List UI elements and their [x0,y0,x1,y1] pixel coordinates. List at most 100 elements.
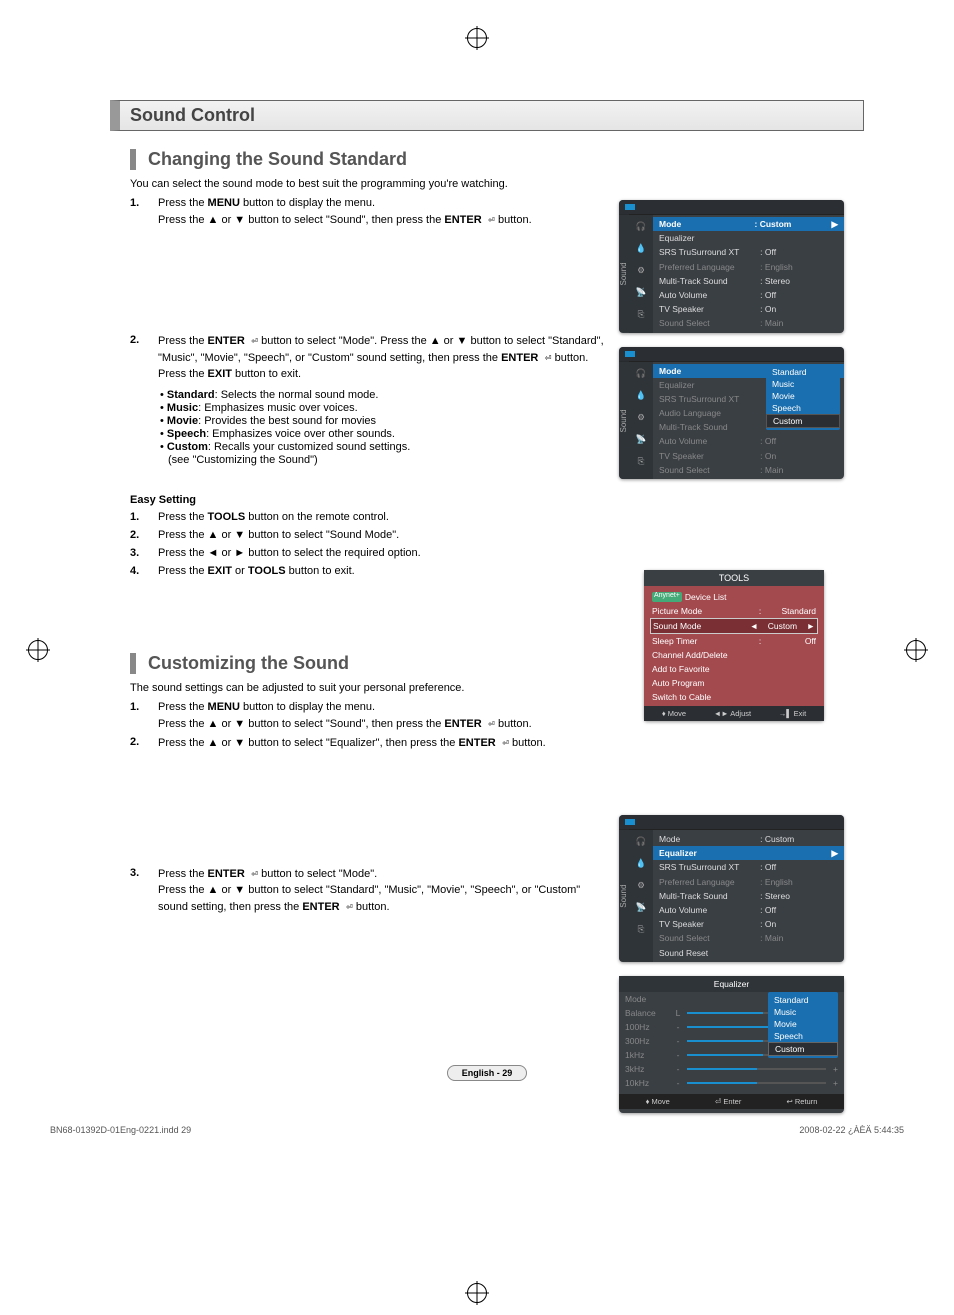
droplet-icon: 💧 [634,856,648,870]
registration-mark-icon [467,28,487,48]
easy-setting-heading: Easy Setting [130,494,864,506]
antenna-icon: 📡 [634,432,648,446]
doc-footer-left: BN68-01392D-01Eng-0221.indd 29 [50,1125,191,1135]
eq-row-10khz[interactable]: 10kHz-+ [619,1076,844,1090]
osd-row-autovol: Auto Volume: Off [653,434,844,448]
gear-icon: ⚙ [634,878,648,892]
popup-option-standard[interactable]: Standard [768,994,838,1006]
input-icon: ⎘ [634,307,648,321]
popup-option-movie[interactable]: Movie [768,1018,838,1030]
registration-mark-icon [467,1283,487,1303]
enter-icon: ⏎ [340,900,353,913]
popup-option-movie[interactable]: Movie [766,390,840,402]
enter-icon: ⏎ [496,736,509,749]
osd-row-mode[interactable]: Mode: Custom [653,832,844,846]
tools-row-picturemode[interactable]: Picture Mode:Standard [650,604,818,618]
tools-title: TOOLS [644,570,824,586]
adjust-hint: ◄► Adjust [714,709,751,718]
enter-icon: ⏎ [482,213,495,226]
osd-row-preflang: Preferred Language: English [653,875,844,889]
eq-footer: ♦ Move ⏎ Enter ↩ Return [619,1094,844,1109]
tools-row-addfavorite[interactable]: Add to Favorite [650,662,818,676]
gear-icon: ⚙ [634,410,648,424]
osd-sound-menu-3: Sound 🎧 💧 ⚙ 📡 ⎘ Mode: Custom Equalizer▶ … [619,815,844,962]
osd-side-label: Sound [619,830,629,962]
osd-row-mts[interactable]: Multi-Track Sound: Stereo [653,274,844,288]
osd-row-srs[interactable]: SRS TruSurround XT: Off [653,860,844,874]
osd-row-autovol[interactable]: Auto Volume: Off [653,903,844,917]
osd-row-mode[interactable]: Mode: Custom▶ [653,217,844,231]
antenna-icon: 📡 [634,900,648,914]
easy-step-2: 2.Press the ▲ or ▼ button to select "Sou… [130,528,610,544]
step-1: 1. Press the MENU button to display the … [130,196,610,229]
headphones-icon: 🎧 [634,366,648,380]
chevron-right-icon: ▶ [828,219,838,229]
equalizer-title: Equalizer [619,976,844,992]
popup-option-music[interactable]: Music [768,1006,838,1018]
input-icon: ⎘ [634,922,648,936]
equalizer-panel: Equalizer Mode BalanceL 100Hz- 300Hz- 1k… [619,976,844,1113]
custom-step-1: 1. Press the MENU button to display the … [130,700,610,733]
mode-descriptions: • Standard: Selects the normal sound mod… [160,389,590,466]
droplet-icon: 💧 [634,388,648,402]
heading-changing-sound: Changing the Sound Standard [130,149,864,170]
doc-footer-right: 2008-02-22 ¿ÀÈÄ 5:44:35 [799,1125,904,1135]
return-hint: ↩ Return [787,1097,818,1106]
enter-icon: ⏎ [482,717,495,730]
input-icon: ⎘ [634,454,648,468]
osd-row-preflang: Preferred Language: English [653,260,844,274]
easy-step-3: 3.Press the ◄ or ► button to select the … [130,546,610,562]
enter-icon: ⏎ [245,867,258,880]
tools-row-autoprogram[interactable]: Auto Program [650,676,818,690]
exit-hint: →▌ Exit [779,709,806,718]
tools-menu: TOOLS Anynet+Device List Picture Mode:St… [644,570,824,721]
enter-icon: ⏎ [538,351,551,364]
tools-footer: ♦ Move ◄► Adjust →▌ Exit [644,706,824,721]
popup-option-custom[interactable]: Custom [766,414,840,428]
section-title: Sound Control [110,100,864,131]
osd-row-equalizer[interactable]: Equalizer [653,231,844,245]
easy-step-4: 4.Press the EXIT or TOOLS button to exit… [130,564,610,580]
eq-row-3khz[interactable]: 3kHz-+ [619,1062,844,1076]
osd-icon-rail: 🎧 💧 ⚙ 📡 ⎘ [629,830,653,962]
osd-row-soundreset[interactable]: Sound Reset [653,946,844,960]
intro-text: You can select the sound mode to best su… [130,178,864,190]
step-2: 2. Press the ENTER ⏎ button to select "M… [130,333,610,383]
osd-row-soundselect: Sound Select: Main [653,463,844,477]
osd-row-tvspeaker[interactable]: TV Speaker: On [653,302,844,316]
popup-option-music[interactable]: Music [766,378,840,390]
headphones-icon: 🎧 [634,834,648,848]
registration-mark-icon [28,640,48,660]
osd-row-srs[interactable]: SRS TruSurround XT: Off [653,245,844,259]
osd-row-mts[interactable]: Multi-Track Sound: Stereo [653,889,844,903]
osd-side-label: Sound [619,215,629,333]
headphones-icon: 🎧 [634,219,648,233]
tools-row-channeladd[interactable]: Channel Add/Delete [650,648,818,662]
enter-hint: ⏎ Enter [715,1097,741,1106]
tools-row-switchcable[interactable]: Switch to Cable [650,690,818,704]
enter-icon: ⏎ [245,334,258,347]
popup-option-custom[interactable]: Custom [768,1042,838,1056]
move-hint: ♦ Move [662,709,686,718]
osd-icon-rail: 🎧 💧 ⚙ 📡 ⎘ [629,215,653,333]
popup-option-standard[interactable]: Standard [766,366,840,378]
custom-step-2: 2. Press the ▲ or ▼ button to select "Eq… [130,735,610,752]
antenna-icon: 📡 [634,285,648,299]
popup-option-speech[interactable]: Speech [766,402,840,414]
chevron-right-icon: ▶ [828,848,838,858]
move-hint: ♦ Move [646,1097,670,1106]
osd-row-equalizer[interactable]: Equalizer▶ [653,846,844,860]
osd-row-soundselect: Sound Select: Main [653,316,844,330]
tools-row-devicelist[interactable]: Anynet+Device List [650,590,818,604]
document-footer: BN68-01392D-01Eng-0221.indd 29 2008-02-2… [0,1119,954,1145]
registration-mark-icon [906,640,926,660]
osd-row-tvspeaker[interactable]: TV Speaker: On [653,917,844,931]
osd-side-label: Sound [619,362,629,480]
tools-row-sleeptimer[interactable]: Sleep Timer:Off [650,634,818,648]
custom-step-3: 3. Press the ENTER ⏎ button to select "M… [130,866,610,916]
osd-row-soundselect: Sound Select: Main [653,931,844,945]
popup-option-speech[interactable]: Speech [768,1030,838,1042]
osd-row-autovol[interactable]: Auto Volume: Off [653,288,844,302]
tools-row-soundmode[interactable]: Sound Mode◄Custom► [650,618,818,634]
osd-sound-menu-1: Sound 🎧 💧 ⚙ 📡 ⎘ Mode: Custom▶ Equalizer … [619,200,844,333]
